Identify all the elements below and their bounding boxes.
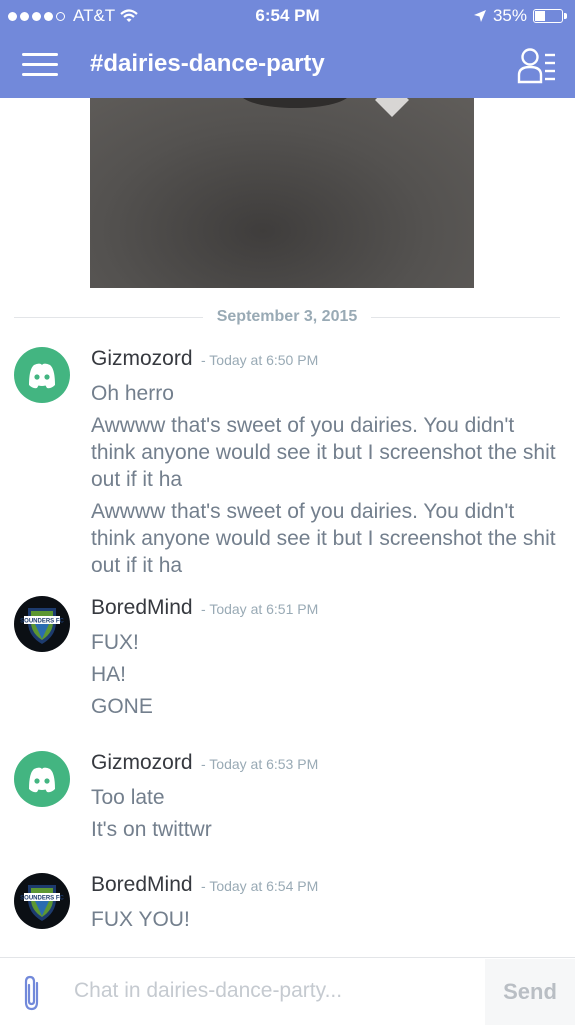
avatar[interactable]: SOUNDERS FC <box>14 596 70 652</box>
send-button[interactable]: Send <box>485 959 575 1025</box>
username[interactable]: BoredMind <box>91 873 193 896</box>
message-text: FUX YOU! <box>91 908 190 931</box>
username[interactable]: BoredMind <box>91 596 193 619</box>
message-text: HA! <box>91 663 127 686</box>
avatar[interactable]: SOUNDERS FC <box>14 873 70 929</box>
message-text: GONE <box>91 695 153 718</box>
channel-header: #dairies-dance-party <box>0 32 575 98</box>
date-divider: September 3, 2015 <box>14 305 560 329</box>
timestamp: - Today at 6:54 PM <box>201 878 319 894</box>
battery-level <box>535 11 545 21</box>
message-text: Too late <box>91 786 165 809</box>
status-bar: AT&T 6:54 PM 35% <box>0 0 575 32</box>
members-list-icon[interactable] <box>517 46 557 84</box>
message-text: Awwww that's sweet of you dairies. You d… <box>91 414 556 491</box>
username[interactable]: Gizmozord <box>91 347 193 370</box>
discord-logo-icon <box>29 767 55 793</box>
menu-icon[interactable] <box>22 53 58 77</box>
chat-bar: Send <box>0 957 575 1025</box>
paperclip-icon[interactable] <box>18 974 46 1012</box>
discord-logo-icon <box>29 363 55 389</box>
avatar[interactable] <box>14 347 70 403</box>
message-text: Oh herro <box>91 382 174 405</box>
date-divider-label: September 3, 2015 <box>216 308 358 325</box>
battery-icon <box>533 9 567 23</box>
channel-title: #dairies-dance-party <box>90 50 325 77</box>
message-text: Awwww that's sweet of you dairies. You d… <box>91 500 556 577</box>
timestamp: - Today at 6:53 PM <box>200 756 319 772</box>
username[interactable]: Gizmozord <box>91 751 193 774</box>
avatar[interactable] <box>14 751 70 807</box>
sounders-crest-icon: SOUNDERS FC <box>20 885 65 921</box>
avatar-text: SOUNDERS FC <box>20 896 64 902</box>
status-bar-right: 35% <box>473 6 567 26</box>
chat-input[interactable] <box>74 979 474 1003</box>
message-text: It's on twittwr <box>91 818 212 841</box>
location-arrow-icon <box>473 10 486 22</box>
image-attachment[interactable] <box>90 98 474 288</box>
message-text: FUX! <box>91 631 139 654</box>
battery-percent: 35% <box>492 6 527 25</box>
avatar-text: SOUNDERS FC <box>20 619 64 625</box>
sounders-crest-icon: SOUNDERS FC <box>20 608 65 644</box>
timestamp: - Today at 6:51 PM <box>201 601 319 617</box>
timestamp: - Today at 6:50 PM <box>200 352 319 368</box>
